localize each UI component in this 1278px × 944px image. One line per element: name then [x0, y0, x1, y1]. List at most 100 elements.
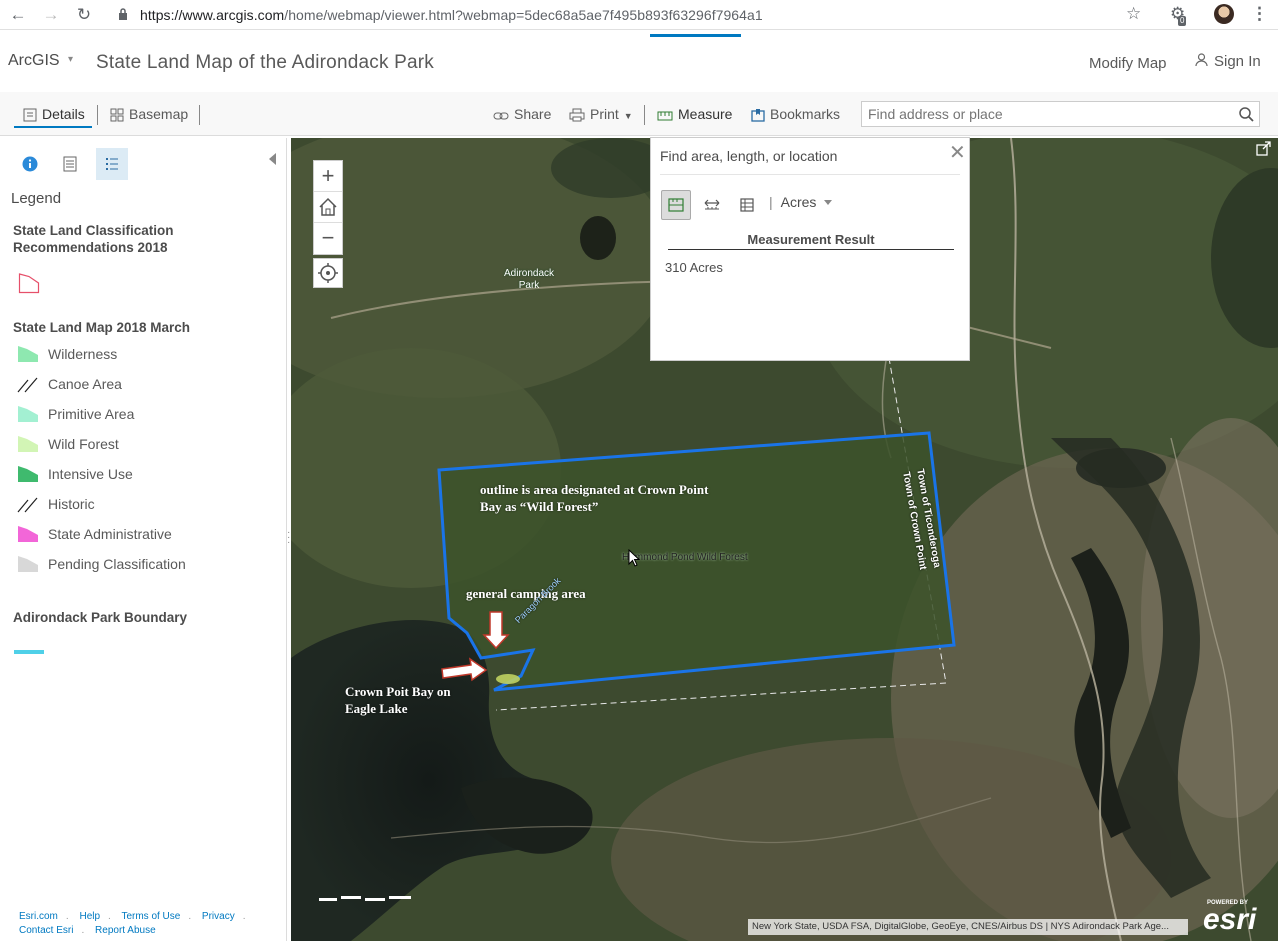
legend-swatch	[17, 377, 38, 393]
legend-swatch	[18, 466, 38, 482]
footer-link[interactable]: Contact Esri	[19, 925, 73, 936]
content-icon	[63, 156, 77, 172]
page-title: State Land Map of the Adirondack Park	[96, 52, 434, 73]
home-button[interactable]	[314, 192, 342, 223]
legend-item-label: Intensive Use	[48, 466, 133, 482]
legend-panel: Legend State Land Classification Recomme…	[3, 138, 287, 941]
unit-dropdown[interactable]: | Acres	[769, 194, 833, 210]
map-attribution: New York State, USDA FSA, DigitalGlobe, …	[748, 919, 1188, 935]
location-tool-button[interactable]	[732, 190, 762, 220]
footer-link[interactable]: Esri.com	[19, 911, 58, 922]
distance-tool-button[interactable]	[697, 190, 727, 220]
locate-icon	[318, 263, 338, 283]
legend-swatch	[18, 436, 38, 452]
layer-title: State Land Map 2018 March	[13, 320, 191, 335]
legend-item-label: Wild Forest	[48, 436, 119, 452]
divider	[199, 105, 200, 125]
arcgis-logo[interactable]: ArcGIS	[8, 52, 60, 70]
tab-basemap[interactable]: Basemap	[110, 105, 188, 125]
map-label-park: Adirondack Park	[503, 268, 555, 291]
forward-icon[interactable]: →	[41, 5, 61, 25]
expand-icon[interactable]	[1256, 141, 1272, 157]
profile-avatar[interactable]	[1214, 4, 1234, 24]
legend-item-label: Pending Classification	[48, 556, 186, 572]
about-tab[interactable]	[14, 148, 46, 180]
legend-item-label: Canoe Area	[48, 376, 122, 392]
panel-resize-handle[interactable]: · · ·	[287, 528, 290, 548]
active-tool-indicator	[650, 34, 741, 37]
unit-value: Acres	[780, 194, 817, 210]
legend-item: Primitive Area	[17, 403, 134, 425]
sign-in-label: Sign In	[1214, 53, 1261, 70]
map-annotation-camping: general camping area	[466, 586, 586, 601]
divider	[97, 105, 98, 125]
url-host: https://www.arcgis.com	[140, 7, 285, 23]
star-icon[interactable]: ☆	[1126, 4, 1141, 24]
footer-link[interactable]: Help	[79, 911, 100, 922]
esri-wordmark: esri	[1203, 903, 1257, 936]
footer-link[interactable]: Terms of Use	[121, 911, 180, 922]
tab-details[interactable]: Details	[23, 105, 85, 125]
back-icon[interactable]: ←	[8, 5, 28, 25]
measure-label: Measure	[678, 106, 733, 122]
chevron-down-icon: ▼	[623, 111, 633, 121]
search-input[interactable]	[861, 101, 1235, 127]
print-button[interactable]: Print ▼	[569, 105, 633, 125]
legend-item: Wilderness	[17, 343, 117, 365]
bookmarks-button[interactable]: Bookmarks	[751, 105, 840, 125]
chevron-down-icon[interactable]: ▾	[68, 54, 73, 65]
printer-icon	[569, 108, 585, 122]
legend-tab[interactable]	[96, 148, 128, 180]
distance-icon	[704, 199, 720, 210]
footer-links: Esri.com. Help. Terms of Use. Privacy. C…	[19, 911, 246, 936]
legend-item: Intensive Use	[17, 463, 133, 485]
info-icon	[22, 156, 38, 172]
modify-map-link[interactable]: Modify Map	[1089, 55, 1167, 72]
link-icon	[493, 112, 509, 120]
footer-link[interactable]: Privacy	[202, 911, 235, 922]
boundary-swatch	[14, 650, 44, 654]
measure-button[interactable]: Measure	[657, 105, 732, 125]
esri-logo[interactable]: POWERED BY esri	[1203, 900, 1257, 936]
legend-item: Historic	[17, 493, 95, 515]
legend-swatch	[18, 406, 38, 422]
sign-in-link[interactable]: Sign In	[1195, 53, 1261, 70]
layer-title: Adirondack Park Boundary	[13, 610, 188, 625]
legend-icon	[106, 158, 118, 170]
menu-kebab-icon[interactable]: ⋮	[1251, 4, 1268, 24]
search-icon	[1239, 107, 1254, 122]
map-annotation-bay: Crown Poit Bay on Eagle Lake	[345, 684, 451, 716]
active-tab-indicator	[14, 126, 92, 128]
map-annotation-outline: outline is area designated at Crown Poin…	[480, 482, 709, 514]
legend-item: Canoe Area	[17, 373, 122, 395]
footer-link[interactable]: Report Abuse	[95, 925, 156, 936]
reload-icon[interactable]: ↻	[74, 5, 94, 25]
share-label: Share	[514, 106, 552, 122]
url-bar[interactable]: https://www.arcgis.com/home/webmap/viewe…	[140, 7, 763, 23]
locate-button[interactable]	[313, 258, 343, 288]
zoom-in-button[interactable]: +	[314, 161, 342, 192]
legend-item: Wild Forest	[17, 433, 119, 455]
url-path: /home/webmap/viewer.html?webmap=5dec68a5…	[284, 7, 763, 23]
print-label: Print	[590, 106, 619, 122]
result-header: Measurement Result	[668, 232, 954, 250]
search-button[interactable]	[1234, 101, 1260, 127]
tab-basemap-label: Basemap	[129, 106, 189, 122]
details-icon	[23, 108, 37, 122]
collapse-panel-icon[interactable]	[269, 153, 276, 165]
browser-toolbar: ← → ↻ https://www.arcgis.com/home/webmap…	[0, 0, 1278, 30]
area-tool-button[interactable]	[661, 190, 691, 220]
legend-item-label: Historic	[48, 496, 95, 512]
legend-swatch	[17, 497, 38, 513]
bookmarks-label: Bookmarks	[770, 106, 841, 122]
chevron-down-icon	[824, 200, 833, 205]
share-button[interactable]: Share	[493, 105, 551, 125]
app-header: ArcGIS ▾ State Land Map of the Adirondac…	[0, 32, 1278, 92]
content-tab[interactable]	[54, 148, 86, 180]
location-grid-icon	[740, 198, 754, 212]
divider	[644, 105, 645, 125]
lock-icon	[119, 8, 127, 20]
legend-item-label: Primitive Area	[48, 406, 135, 422]
zoom-out-button[interactable]: −	[314, 223, 342, 254]
close-icon[interactable]: ✕	[949, 140, 966, 165]
